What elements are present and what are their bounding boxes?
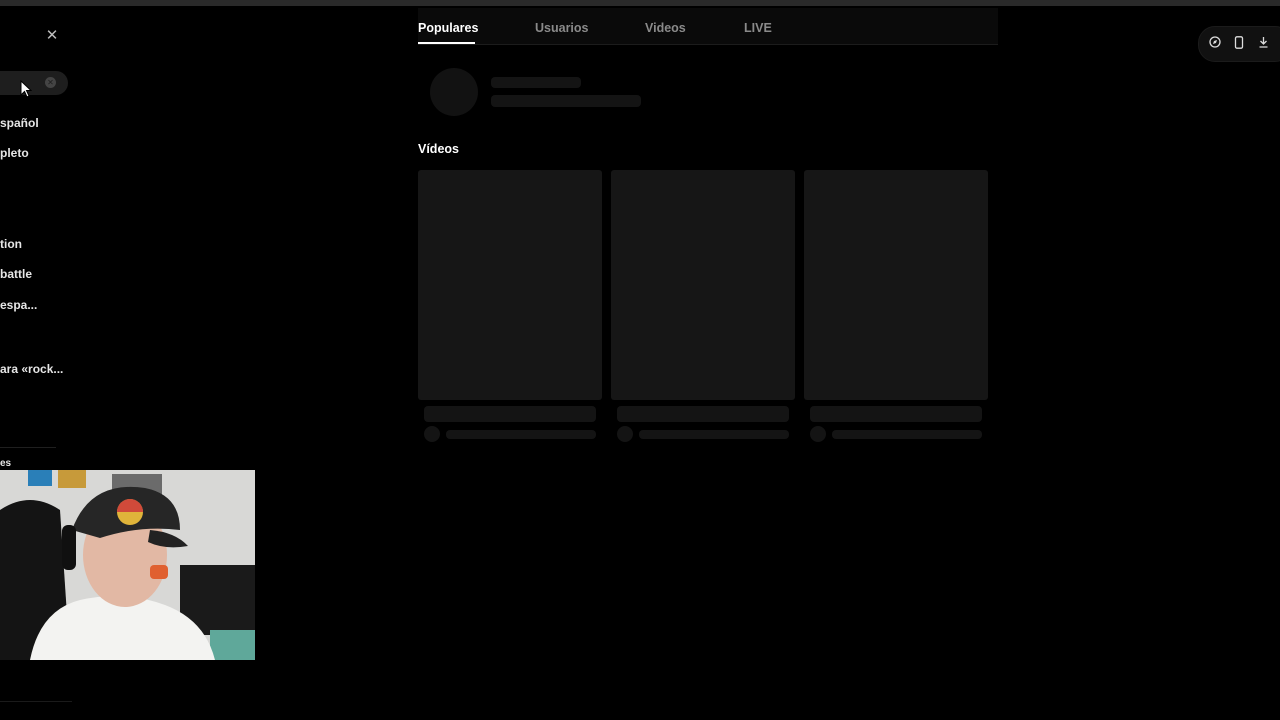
author-name-placeholder bbox=[446, 430, 596, 439]
author-avatar-placeholder bbox=[617, 426, 633, 442]
active-tab-indicator bbox=[418, 42, 475, 44]
download-icon[interactable] bbox=[1256, 35, 1270, 49]
video-card-placeholder bbox=[611, 170, 795, 400]
video-card-placeholder bbox=[804, 170, 988, 400]
search-tabs: Populares Usuarios Videos LIVE bbox=[418, 8, 998, 45]
author-avatar-placeholder bbox=[424, 426, 440, 442]
suggestion-item[interactable]: spañol bbox=[0, 116, 39, 130]
suggestion-item[interactable]: es bbox=[0, 458, 11, 469]
suggestion-item[interactable]: ara «rock... bbox=[0, 362, 63, 376]
video-title-placeholder bbox=[424, 406, 596, 422]
video-card-placeholder bbox=[418, 170, 602, 400]
browser-top-bar bbox=[0, 0, 1280, 6]
divider bbox=[0, 701, 72, 702]
compass-icon[interactable] bbox=[1208, 35, 1222, 49]
suggestion-item[interactable]: pleto bbox=[0, 146, 29, 160]
suggestion-item[interactable]: espa... bbox=[0, 298, 37, 312]
tab-usuarios[interactable]: Usuarios bbox=[535, 21, 589, 35]
suggestion-item[interactable]: tion bbox=[0, 237, 22, 251]
author-avatar-placeholder bbox=[810, 426, 826, 442]
author-name-placeholder bbox=[832, 430, 982, 439]
tab-live[interactable]: LIVE bbox=[744, 21, 772, 35]
mouse-cursor-icon bbox=[20, 80, 32, 98]
webcam-image bbox=[0, 470, 255, 660]
search-input[interactable] bbox=[0, 71, 68, 95]
user-subtitle-placeholder bbox=[491, 95, 641, 107]
video-title-placeholder bbox=[810, 406, 982, 422]
tab-videos[interactable]: Videos bbox=[645, 21, 686, 35]
user-avatar-placeholder bbox=[430, 68, 478, 116]
section-title: Vídeos bbox=[418, 142, 459, 156]
phone-icon[interactable] bbox=[1232, 35, 1246, 49]
video-title-placeholder bbox=[617, 406, 789, 422]
close-icon[interactable]: ✕ bbox=[42, 25, 62, 45]
tab-populares[interactable]: Populares bbox=[418, 21, 478, 35]
clear-search-icon[interactable]: ✕ bbox=[45, 77, 56, 88]
divider bbox=[0, 447, 56, 448]
author-name-placeholder bbox=[639, 430, 789, 439]
username-placeholder bbox=[491, 77, 581, 88]
suggestion-item[interactable]: battle bbox=[0, 267, 32, 281]
webcam-overlay bbox=[0, 470, 255, 660]
